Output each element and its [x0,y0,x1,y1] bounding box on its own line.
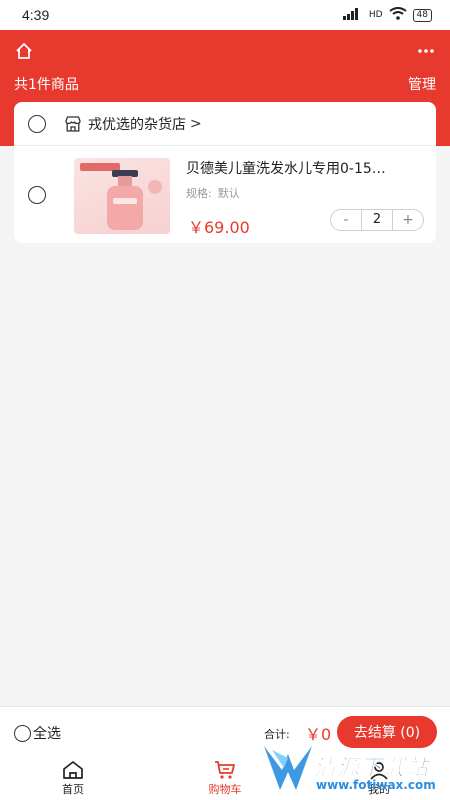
store-row: 戎优选的杂货店 > [14,102,436,145]
spec-label: 规格: [186,187,212,200]
network-type: HD [368,10,383,20]
tab-mine[interactable]: 我的 [334,760,424,797]
user-icon [334,760,424,780]
checkout-button[interactable]: 去结算 (0) [337,716,437,748]
store-select-radio[interactable] [28,114,46,133]
manage-button[interactable]: 管理 [408,74,436,94]
tab-bar: 首页 购物车 我的 [0,756,450,800]
product-image[interactable] [74,158,170,234]
store-name[interactable]: 戎优选的杂货店 [88,114,186,134]
checkout-bar: 全选 合计: ￥0 去结算 (0) [0,706,450,756]
select-all-label[interactable]: 全选 [33,723,61,743]
product-title[interactable]: 贝德美儿童洗发水儿专用0-15… [186,158,426,178]
item-select-radio[interactable] [28,186,46,204]
tab-home[interactable]: 首页 [28,760,118,797]
select-all[interactable]: 全选 [14,723,61,743]
more-icon[interactable] [414,39,438,63]
home-icon [28,760,118,780]
signal-icon [342,7,363,23]
total-value: ￥0 [305,725,332,744]
home-icon[interactable] [12,39,36,63]
decrease-button[interactable]: - [331,210,361,230]
chevron-right-icon[interactable]: > [190,116,202,132]
select-all-radio[interactable] [14,724,31,742]
status-icons: HD 48 [342,7,432,23]
product-price: ￥69.00 [188,218,250,237]
tab-cart[interactable]: 购物车 [180,760,270,797]
cart-icon [180,760,270,780]
store-icon [64,115,82,132]
quantity-value[interactable]: 2 [361,210,393,230]
total-label: 合计: [264,728,290,741]
battery-icon: 48 [412,8,432,22]
cart-item: 贝德美儿童洗发水儿专用0-15… 规格: 默认 ￥69.00 - 2 + [14,145,436,243]
product-spec: 规格: 默认 [186,185,240,201]
wifi-icon [388,7,407,23]
increase-button[interactable]: + [393,210,423,230]
tab-cart-label: 购物车 [208,783,242,796]
status-bar: 4:39 HD 48 [0,0,450,30]
status-time: 4:39 [22,7,50,23]
tab-mine-label: 我的 [368,783,390,796]
quantity-stepper: - 2 + [330,209,424,231]
header-summary: 共1件商品 管理 [0,74,450,94]
header-toolbar [0,38,450,64]
item-count: 共1件商品 [14,77,79,93]
tab-home-label: 首页 [62,783,84,796]
spec-value: 默认 [217,187,240,200]
